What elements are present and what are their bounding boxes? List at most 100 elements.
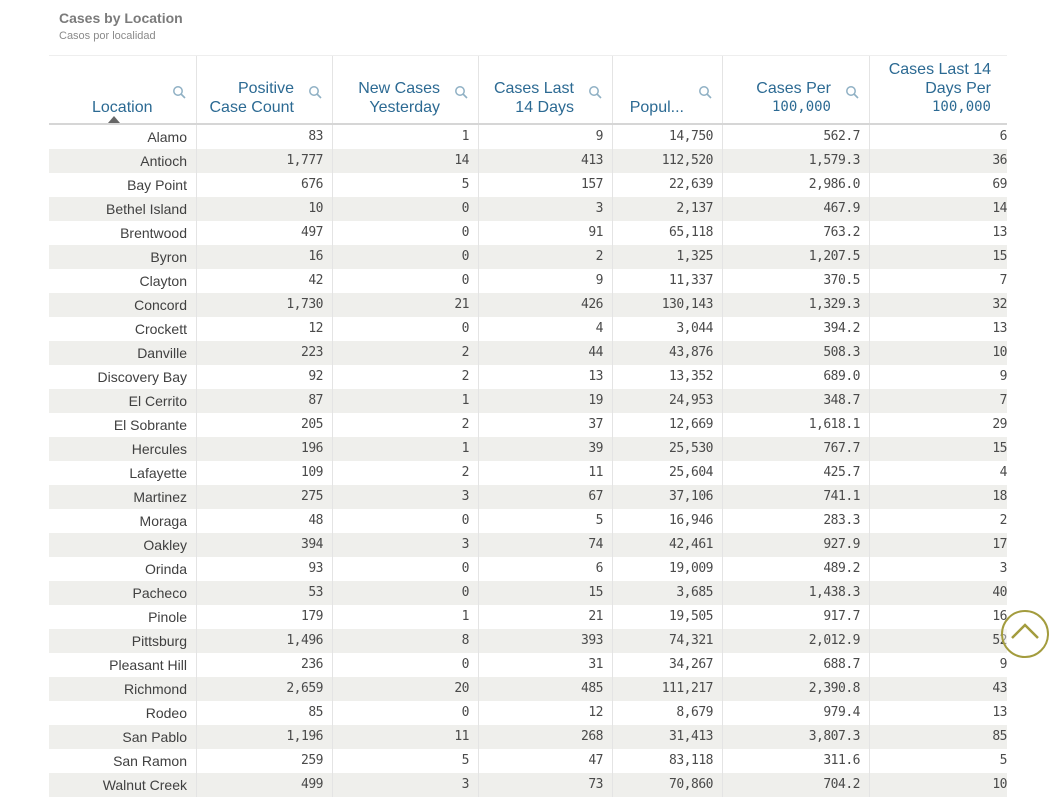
table-row[interactable]: Crockett 12 0 4 3,044 394.2 13 [49,317,1007,341]
cell-cases-last-14-days-per-100000: 4 [999,465,1007,480]
search-icon[interactable] [588,85,602,99]
cell-cases-per-100000: 425.7 [723,461,870,485]
cell-positive-case-count: 10 [197,197,333,221]
table-row[interactable]: Pleasant Hill 236 0 31 34,267 688.7 9 [49,653,1007,677]
cell-location: Discovery Bay [49,365,197,389]
cell-new-cases-yesterday: 3 [333,773,479,797]
table-row[interactable]: Bethel Island 10 0 3 2,137 467.9 14 [49,197,1007,221]
table-row[interactable]: Pacheco 53 0 15 3,685 1,438.3 40 [49,581,1007,605]
cell-positive-case-count: 1,196 [197,725,333,749]
header-label-line: Yesterday [369,99,440,116]
column-header-label: Location [92,98,153,117]
table-row[interactable]: Danville 223 2 44 43,876 508.3 10 [49,341,1007,365]
scroll-to-top-button[interactable] [1001,610,1049,658]
cell-cases-last-14-days: 9 [479,125,613,149]
cell-cases-last-14-days: 74 [479,533,613,557]
column-header-cases-last-14-days-per-100000[interactable]: Cases Last 14 Days Per 100,000 [870,56,1007,123]
search-icon[interactable] [698,85,712,99]
cell-cases-last-14-days-per-100000: 69 [992,177,1007,192]
cell-location: Rodeo [49,701,197,725]
table-row[interactable]: El Sobrante 205 2 37 12,669 1,618.1 29 [49,413,1007,437]
cell-cases-last-14-days: 157 [479,173,613,197]
header-label-line: Location [92,99,153,116]
search-icon[interactable] [845,85,859,99]
cell-positive-case-count: 236 [197,653,333,677]
table-row[interactable]: Walnut Creek 499 3 73 70,860 704.2 10 [49,773,1007,797]
cell-location: San Ramon [49,749,197,773]
table-row[interactable]: San Pablo 1,196 11 268 31,413 3,807.3 85 [49,725,1007,749]
table-row[interactable]: Clayton 42 0 9 11,337 370.5 7 [49,269,1007,293]
cell-population: 13,352 [613,365,723,389]
cell-cases-per-100000: 704.2 [723,773,870,797]
table-row[interactable]: Oakley 394 3 74 42,461 927.9 17 [49,533,1007,557]
column-header-new-cases-yesterday[interactable]: New Cases Yesterday [333,56,479,123]
cell-new-cases-yesterday: 14 [333,149,479,173]
table-row[interactable]: Alamo 83 1 9 14,750 562.7 6 [49,125,1007,149]
search-icon[interactable] [308,85,322,99]
table-row[interactable]: Bay Point 676 5 157 22,639 2,986.0 69 [49,173,1007,197]
cell-positive-case-count: 92 [197,365,333,389]
sort-ascending-icon[interactable] [108,116,120,123]
cell-cases-last-14-days: 413 [479,149,613,173]
table-row[interactable]: Orinda 93 0 6 19,009 489.2 3 [49,557,1007,581]
cell-cases-last-14-days-per-100000: 10 [992,777,1007,792]
cell-population: 25,530 [613,437,723,461]
cell-cases-last-14-days: 6 [479,557,613,581]
cell-location: Bay Point [49,173,197,197]
table-row[interactable]: Martinez 275 3 67 37,106 741.1 18 [49,485,1007,509]
cell-cases-per-100000: 2,986.0 [723,173,870,197]
table-row[interactable]: Concord 1,730 21 426 130,143 1,329.3 32 [49,293,1007,317]
cell-new-cases-yesterday: 1 [333,605,479,629]
cell-location: Oakley [49,533,197,557]
cell-cases-per-100000: 2,390.8 [723,677,870,701]
cell-new-cases-yesterday: 0 [333,221,479,245]
table-row[interactable]: Hercules 196 1 39 25,530 767.7 15 [49,437,1007,461]
cell-new-cases-yesterday: 0 [333,509,479,533]
cell-cases-last-14-days-per-100000: 2 [999,513,1007,528]
column-header-cases-last-14-days[interactable]: Cases Last 14 Days [479,56,613,123]
cell-cases-per-100000: 689.0 [723,365,870,389]
table-row[interactable]: Pittsburg 1,496 8 393 74,321 2,012.9 52 [49,629,1007,653]
cell-new-cases-yesterday: 1 [333,125,479,149]
cell-location: Brentwood [49,221,197,245]
table-row[interactable]: Brentwood 497 0 91 65,118 763.2 13 [49,221,1007,245]
cell-population: 70,860 [613,773,723,797]
cell-population: 37,106 [613,485,723,509]
column-header-location[interactable]: Location [49,56,197,123]
column-header-label: New Cases Yesterday [358,79,440,117]
table-row[interactable]: San Ramon 259 5 47 83,118 311.6 5 [49,749,1007,773]
column-header-label: Positive Case Count [210,79,295,117]
cell-cases-last-14-days: 47 [479,749,613,773]
table-row[interactable]: Richmond 2,659 20 485 111,217 2,390.8 43 [49,677,1007,701]
table-row[interactable]: Pinole 179 1 21 19,505 917.7 16 [49,605,1007,629]
table-row[interactable]: Rodeo 85 0 12 8,679 979.4 13 [49,701,1007,725]
column-header-population[interactable]: Popul... [613,56,723,123]
cell-location: Martinez [49,485,197,509]
cell-location: Pinole [49,605,197,629]
table-row[interactable]: Byron 16 0 2 1,325 1,207.5 15 [49,245,1007,269]
header-label-line: Cases Per [756,80,831,97]
search-icon[interactable] [454,85,468,99]
table-row[interactable]: Lafayette 109 2 11 25,604 425.7 4 [49,461,1007,485]
search-icon[interactable] [172,85,186,99]
cell-population: 43,876 [613,341,723,365]
column-header-positive-case-count[interactable]: Positive Case Count [197,56,333,123]
header-label-line: Cases Last 14 [888,61,991,78]
chart-title: Cases by Location [59,10,183,26]
cell-positive-case-count: 1,496 [197,629,333,653]
cell-positive-case-count: 109 [197,461,333,485]
cell-cases-last-14-days-per-100000: 40 [992,585,1007,600]
cell-cases-last-14-days-per-100000: 9 [999,369,1007,384]
cell-cases-per-100000: 1,438.3 [723,581,870,605]
cell-positive-case-count: 83 [197,125,333,149]
column-header-cases-per-100000[interactable]: Cases Per 100,000 [723,56,870,123]
table-row[interactable]: El Cerrito 87 1 19 24,953 348.7 7 [49,389,1007,413]
column-header-label: Cases Per 100,000 [756,79,831,117]
chart-subtitle: Casos por localidad [59,30,156,42]
table-row[interactable]: Antioch 1,777 14 413 112,520 1,579.3 36 [49,149,1007,173]
cell-new-cases-yesterday: 1 [333,437,479,461]
table-row[interactable]: Moraga 48 0 5 16,946 283.3 2 [49,509,1007,533]
header-label-line: Positive [237,80,294,97]
cell-location: Danville [49,341,197,365]
table-row[interactable]: Discovery Bay 92 2 13 13,352 689.0 9 [49,365,1007,389]
